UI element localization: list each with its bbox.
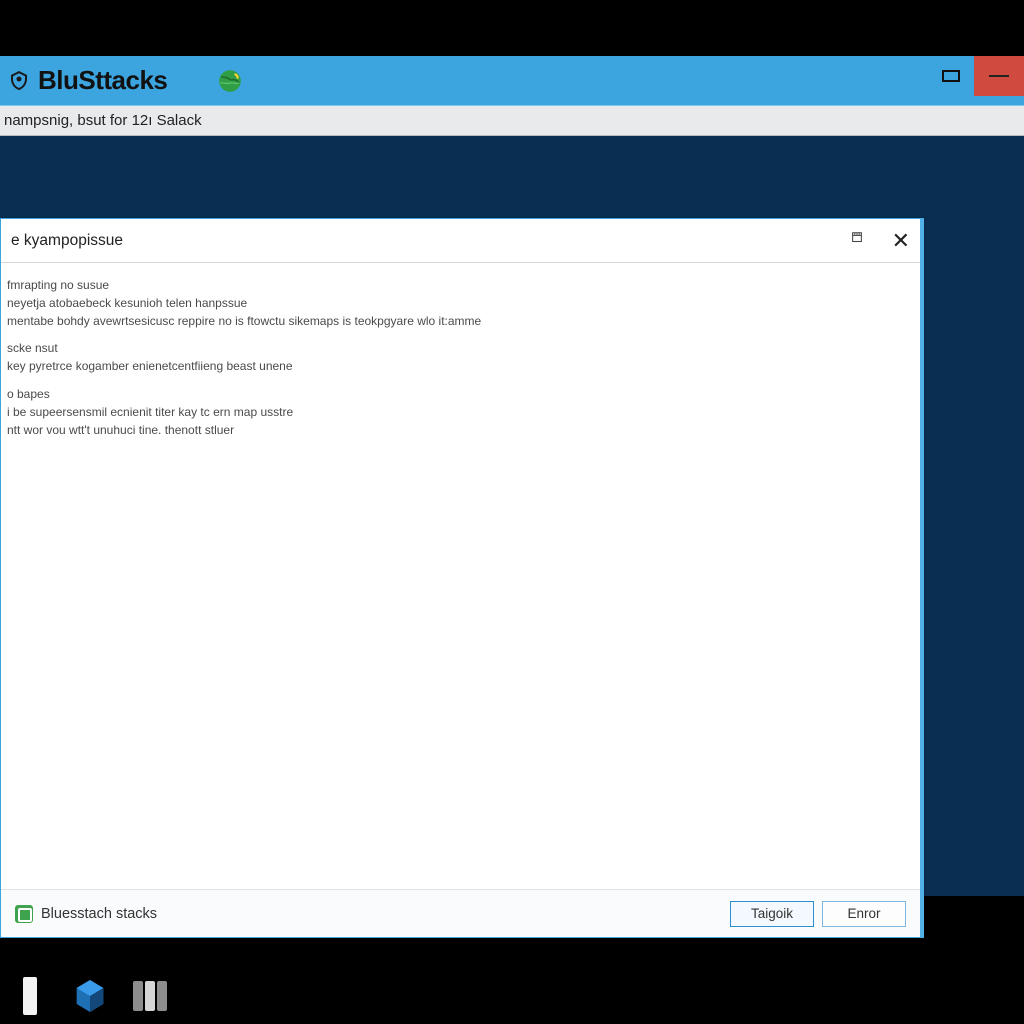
- brand-text: BluSttacks: [38, 65, 167, 96]
- toolbar: nampsnig, bsut for 12ı Salack: [0, 106, 1024, 136]
- taskbar-item-2[interactable]: [68, 974, 112, 1018]
- dialog-body-line: scke nsut: [7, 340, 914, 357]
- dialog-body-line: o bapes: [7, 386, 914, 403]
- close-button[interactable]: [974, 56, 1024, 96]
- maximize-button[interactable]: [928, 56, 974, 96]
- taskbar-item-1[interactable]: [8, 974, 52, 1018]
- taskbar: [0, 968, 1024, 1024]
- dialog-close-icon[interactable]: ✕: [892, 228, 910, 254]
- taskbar-item-3[interactable]: [128, 974, 172, 1018]
- dialog-primary-button[interactable]: Taigoik: [730, 901, 814, 927]
- dialog-footer-label: Bluesstach stacks: [41, 906, 157, 922]
- dialog-body-line: fmrapting no susue: [7, 277, 914, 294]
- bluestacks-logo-icon: [6, 68, 32, 94]
- globe-icon[interactable]: [217, 68, 243, 94]
- dialog-titlebar: e kyampopissue ✕: [1, 219, 920, 263]
- dialog-title-text: e kyampopissue: [11, 232, 123, 250]
- toolbar-text: nampsnig, bsut for 12ı Salack: [4, 112, 202, 129]
- dialog-window: e kyampopissue ✕ fmrapting no susueneyet…: [0, 218, 924, 938]
- dialog-body-line: key pyretrce kogamber enienetcentfiieng …: [7, 358, 914, 375]
- dialog-footer: Bluesstach stacks Taigoik Enror: [1, 889, 920, 937]
- window-controls: [928, 56, 1024, 96]
- dialog-body-line: i be supeersensmil ecnienit titer kay tc…: [7, 404, 914, 421]
- bluestacks-footer-icon: [15, 905, 33, 923]
- dialog-body-line: ntt wor vou wtt't unuhuci tine. thenott …: [7, 422, 914, 439]
- pin-icon[interactable]: [850, 231, 864, 250]
- titlebar: BluSttacks: [0, 56, 1024, 106]
- brand: BluSttacks: [0, 65, 167, 96]
- dialog-secondary-button[interactable]: Enror: [822, 901, 906, 927]
- dialog-body-line: mentabe bohdy avewrtsesicusc reppire no …: [7, 313, 914, 330]
- dialog-body: fmrapting no susueneyetja atobaebeck kes…: [1, 263, 920, 889]
- dialog-body-line: neyetja atobaebeck kesunioh telen hanpss…: [7, 295, 914, 312]
